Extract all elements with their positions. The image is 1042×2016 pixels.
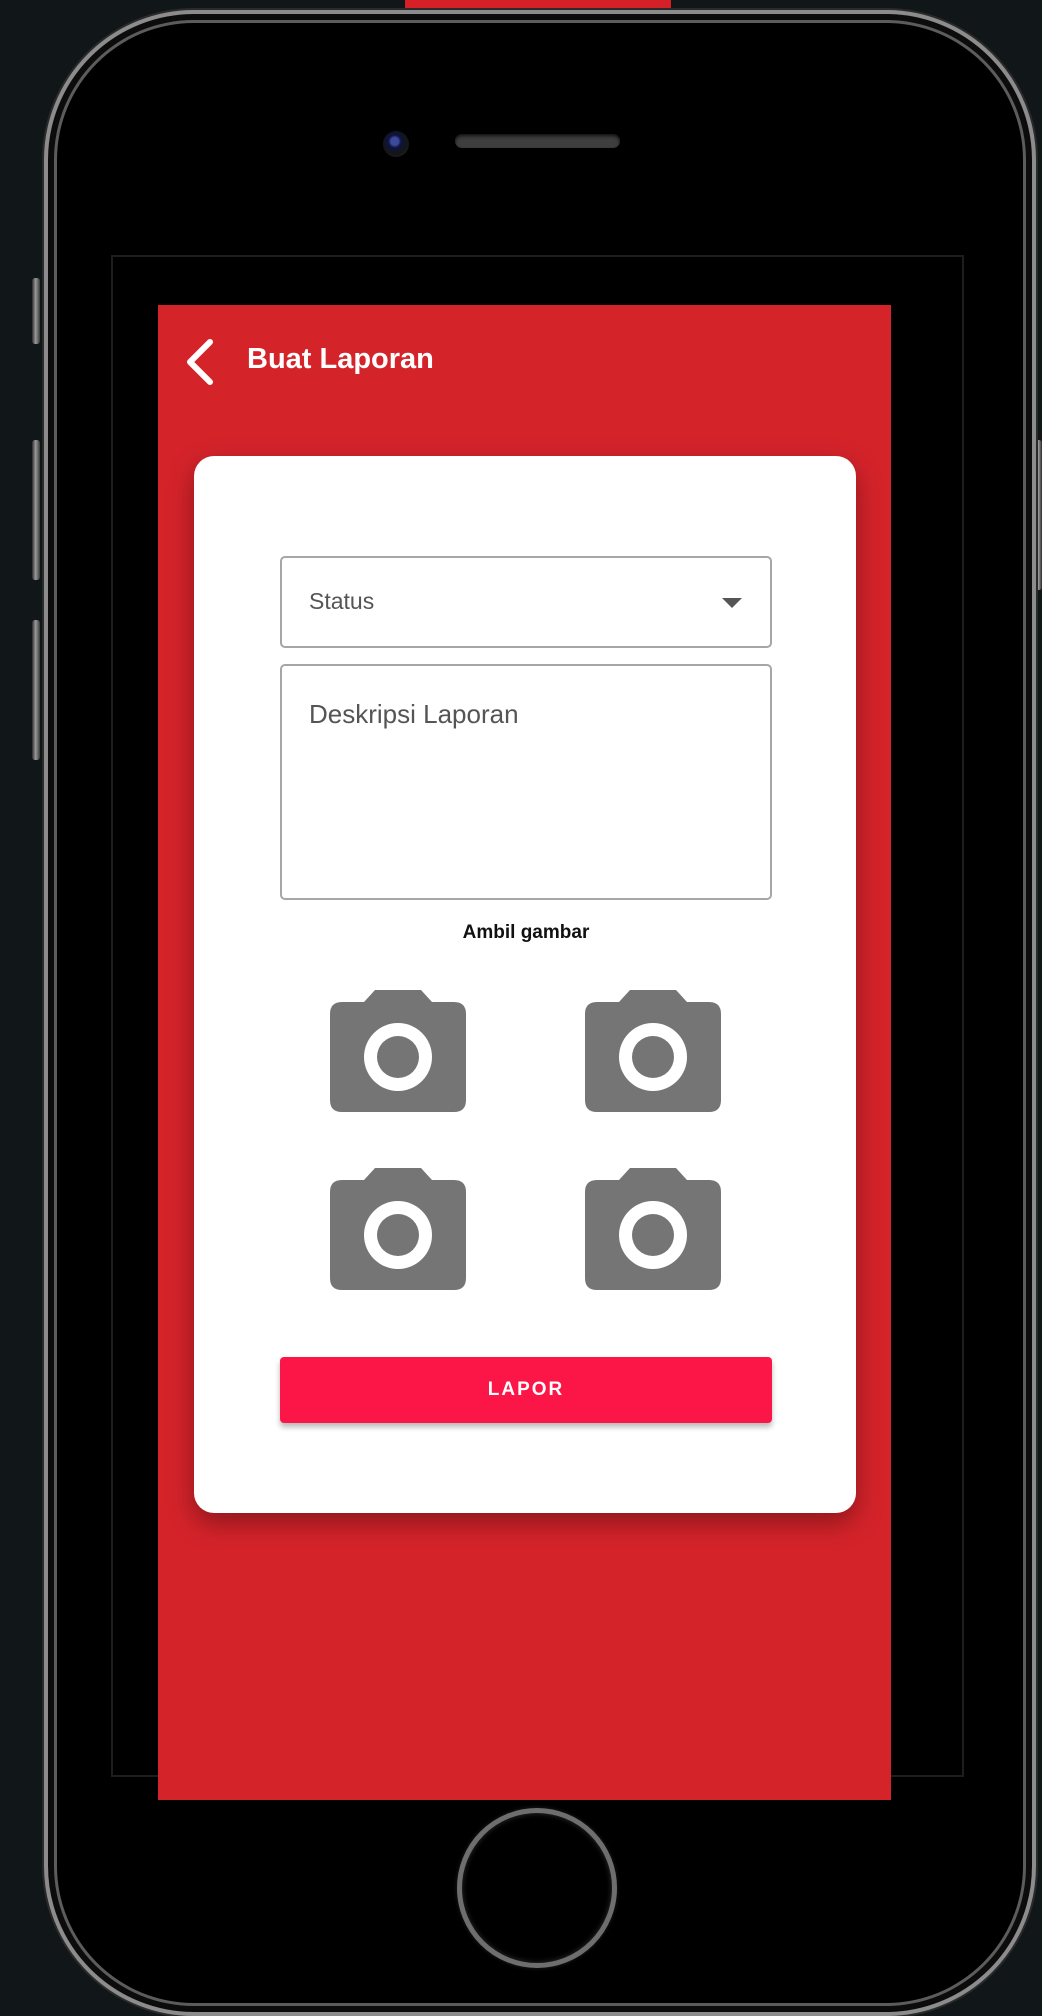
- capture-image-label: Ambil gambar: [462, 922, 590, 943]
- app-header: Buat Laporan: [158, 305, 891, 415]
- page-title: Buat Laporan: [247, 343, 434, 375]
- earpiece-speaker: [455, 134, 620, 148]
- report-form-card: Status Deskripsi Laporan Ambil gambar LA…: [194, 456, 856, 1513]
- back-button[interactable]: [180, 336, 224, 388]
- submit-report-button[interactable]: LAPOR: [280, 1357, 772, 1423]
- photo-slot-1-button[interactable]: [330, 988, 466, 1112]
- camera-icon: [330, 990, 466, 1112]
- description-placeholder: Deskripsi Laporan: [309, 699, 519, 729]
- camera-icon: [330, 1168, 466, 1290]
- description-input[interactable]: Deskripsi Laporan: [280, 664, 772, 900]
- camera-icon: [585, 1168, 721, 1290]
- front-camera: [383, 131, 409, 157]
- home-button[interactable]: [457, 1808, 617, 1968]
- app-screen: Buat Laporan Status Deskripsi Laporan Am…: [158, 305, 891, 1800]
- camera-icon: [585, 990, 721, 1112]
- status-label: Status: [309, 588, 375, 614]
- photo-slot-2-button[interactable]: [585, 988, 721, 1112]
- mute-switch: [32, 278, 40, 344]
- dropdown-arrow-icon: [722, 598, 742, 608]
- status-dropdown[interactable]: Status: [280, 556, 772, 648]
- volume-down-button: [32, 620, 40, 760]
- photo-slot-3-button[interactable]: [330, 1166, 466, 1290]
- chevron-left-icon: [187, 339, 213, 385]
- volume-up-button: [32, 440, 40, 580]
- top-accent-bar: [405, 0, 671, 8]
- photo-slot-4-button[interactable]: [585, 1166, 721, 1290]
